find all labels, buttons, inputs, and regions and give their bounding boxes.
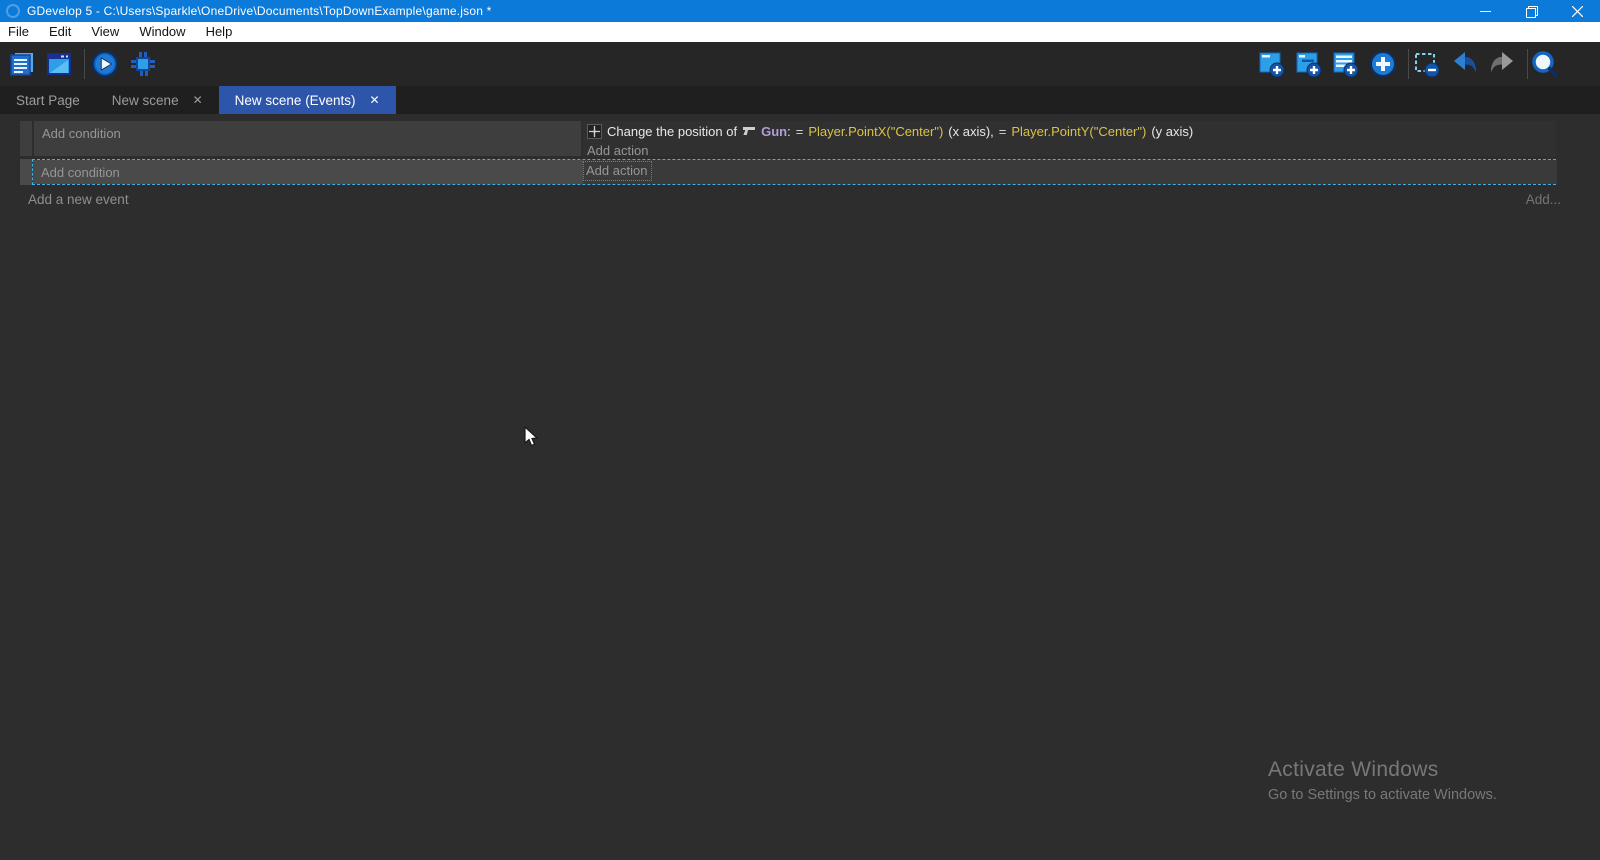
event-row-1: Add condition Change the position of Gun…	[20, 121, 1556, 156]
add-event-icon[interactable]	[1258, 50, 1286, 78]
event-drag-handle[interactable]	[20, 159, 32, 185]
tab-bar: Start Page New scene ✕ New scene (Events…	[0, 86, 1600, 114]
tab-close-icon[interactable]: ✕	[369, 93, 379, 107]
tab-start-page[interactable]: Start Page	[0, 86, 96, 114]
tab-label: Start Page	[16, 93, 80, 108]
menu-file[interactable]: File	[0, 22, 39, 42]
action-operator: =	[999, 124, 1007, 139]
debug-icon[interactable]	[129, 50, 157, 78]
watermark-title: Activate Windows	[1268, 758, 1497, 782]
add-event-row: Add a new event Add...	[0, 192, 1600, 212]
event2-actions: Add action	[583, 160, 1557, 184]
add-more-icon[interactable]	[1369, 50, 1397, 78]
action-operator: =	[796, 124, 804, 139]
event-drag-handle[interactable]	[20, 121, 32, 156]
redo-icon[interactable]	[1488, 50, 1516, 78]
object-name: Gun	[761, 124, 787, 139]
action-change-position[interactable]: Change the position of Gun: = Player.Poi…	[583, 121, 1556, 141]
event2-selection-outline[interactable]: Add condition Add action	[32, 159, 1556, 185]
menu-edit[interactable]: Edit	[39, 22, 81, 42]
menu-view[interactable]: View	[81, 22, 129, 42]
add-button[interactable]: Add...	[1526, 192, 1561, 207]
event1-actions: Change the position of Gun: = Player.Poi…	[583, 121, 1556, 156]
menu-bar: File Edit View Window Help	[0, 22, 1600, 42]
menu-help[interactable]: Help	[196, 22, 243, 42]
minimize-icon	[1480, 6, 1491, 17]
add-comment-icon[interactable]	[1332, 50, 1360, 78]
undo-icon[interactable]	[1451, 50, 1479, 78]
tab-label: New scene	[112, 93, 179, 108]
gun-object-icon	[742, 126, 756, 137]
add-action-button-focused[interactable]: Add action	[584, 162, 651, 180]
delete-selection-icon[interactable]	[1413, 50, 1441, 78]
tab-new-scene-events[interactable]: New scene (Events) ✕	[219, 86, 396, 114]
tab-close-icon[interactable]: ✕	[193, 93, 203, 107]
add-new-event-button[interactable]: Add a new event	[28, 192, 129, 207]
watermark-subtitle: Go to Settings to activate Windows.	[1268, 787, 1497, 803]
restore-button[interactable]	[1508, 0, 1554, 22]
add-condition-button[interactable]: Add condition	[41, 165, 120, 180]
add-condition-button[interactable]: Add condition	[42, 126, 121, 141]
title-bar: GDevelop 5 - C:\Users\Sparkle\OneDrive\D…	[0, 0, 1600, 22]
restore-icon	[1526, 6, 1536, 16]
action-text: :	[787, 124, 791, 139]
event2-conditions[interactable]: Add condition	[33, 160, 583, 184]
toolbar-separator	[1408, 49, 1409, 79]
activate-windows-watermark: Activate Windows Go to Settings to activ…	[1268, 758, 1497, 803]
window-controls	[1462, 0, 1600, 22]
action-text: Change the position of	[607, 124, 737, 139]
action-text: (x axis),	[948, 124, 994, 139]
add-subevent-icon[interactable]	[1295, 50, 1323, 78]
window-title: GDevelop 5 - C:\Users\Sparkle\OneDrive\D…	[27, 4, 492, 18]
tab-new-scene[interactable]: New scene ✕	[96, 86, 219, 114]
expression-y: Player.PointY("Center")	[1011, 124, 1146, 139]
toolbar-separator	[84, 49, 85, 79]
action-text: (y axis)	[1151, 124, 1193, 139]
close-icon	[1572, 6, 1583, 17]
expression-x: Player.PointX("Center")	[808, 124, 943, 139]
events-sheet: Add condition Change the position of Gun…	[0, 114, 1600, 860]
project-manager-icon[interactable]	[8, 50, 36, 78]
scene-editor-icon[interactable]	[45, 50, 73, 78]
gdevelop-logo-icon	[6, 4, 20, 18]
search-icon[interactable]	[1531, 50, 1559, 78]
event1-conditions[interactable]: Add condition	[34, 121, 581, 156]
tab-label: New scene (Events)	[235, 93, 356, 108]
close-button[interactable]	[1554, 0, 1600, 22]
minimize-button[interactable]	[1462, 0, 1508, 22]
add-action-button[interactable]: Add action	[587, 143, 648, 158]
main-toolbar	[0, 42, 1600, 86]
position-crosshair-icon	[587, 124, 602, 139]
menu-window[interactable]: Window	[129, 22, 195, 42]
preview-play-icon[interactable]	[91, 50, 119, 78]
toolbar-separator	[1527, 49, 1528, 79]
event-row-2-selected: Add condition Add action	[20, 159, 1556, 185]
